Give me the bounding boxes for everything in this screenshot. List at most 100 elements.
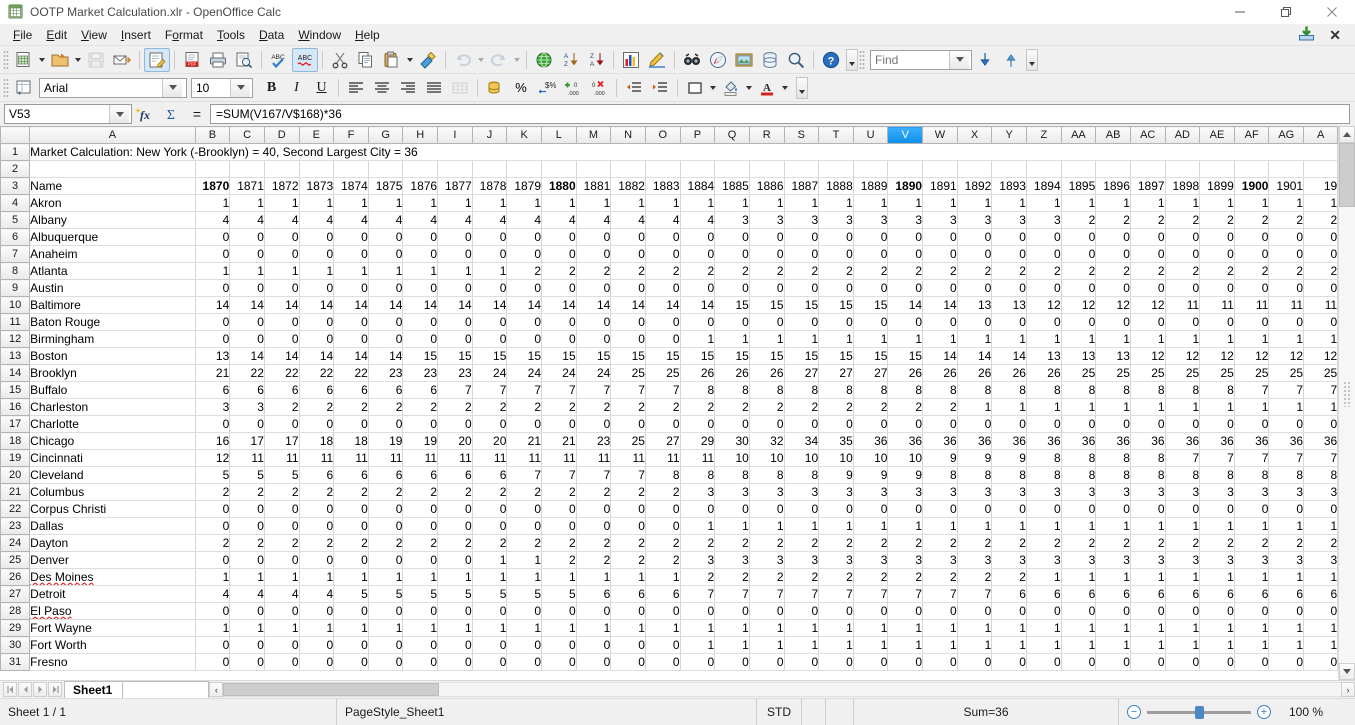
- cell-value[interactable]: 0: [403, 654, 438, 671]
- cell-value[interactable]: 0: [1269, 654, 1304, 671]
- column-header-n-13[interactable]: N: [611, 127, 646, 144]
- zoom-icon[interactable]: [783, 48, 809, 72]
- cell-value[interactable]: 14: [438, 297, 473, 314]
- cell-value[interactable]: 2: [230, 484, 265, 501]
- cell-value[interactable]: 0: [368, 314, 403, 331]
- cell-city-name[interactable]: Detroit: [30, 586, 195, 603]
- cell-value[interactable]: 3: [888, 552, 923, 569]
- cell-value[interactable]: 1: [1200, 195, 1235, 212]
- cell-value[interactable]: 0: [542, 229, 577, 246]
- horizontal-scroll-thumb[interactable]: [223, 683, 439, 696]
- cell-value[interactable]: 0: [1061, 603, 1096, 620]
- background-color-icon[interactable]: [718, 76, 744, 100]
- cell-value[interactable]: 0: [1130, 314, 1165, 331]
- cell-value[interactable]: 0: [576, 314, 611, 331]
- cell-value[interactable]: 1: [819, 620, 854, 637]
- cell-value[interactable]: 2: [819, 569, 854, 586]
- cell-value[interactable]: 1: [368, 569, 403, 586]
- cell-city-name[interactable]: Chicago: [30, 433, 195, 450]
- font-color-dropdown[interactable]: [780, 76, 790, 100]
- cell-value[interactable]: 3: [1026, 212, 1061, 229]
- cell-value[interactable]: 12: [1130, 348, 1165, 365]
- cell-value[interactable]: 0: [853, 603, 888, 620]
- cell-value[interactable]: 7: [1234, 450, 1269, 467]
- cell-value[interactable]: 6: [230, 382, 265, 399]
- cell-value[interactable]: 1: [299, 569, 334, 586]
- cell-value[interactable]: 11: [264, 450, 299, 467]
- cell-value[interactable]: 2: [645, 535, 680, 552]
- cell-value[interactable]: 11: [1200, 297, 1235, 314]
- cell-year-header[interactable]: 1890: [888, 178, 923, 195]
- open-document-icon[interactable]: [47, 48, 73, 72]
- cell-value[interactable]: 1: [888, 195, 923, 212]
- cell-value[interactable]: 3: [749, 552, 784, 569]
- cell-city-name[interactable]: Atlanta: [30, 263, 195, 280]
- cell-value[interactable]: 0: [1269, 416, 1304, 433]
- cell-value[interactable]: 0: [611, 603, 646, 620]
- cell-value[interactable]: 2: [1304, 535, 1338, 552]
- cell-value[interactable]: 6: [1096, 586, 1131, 603]
- cell-value[interactable]: 1: [1304, 620, 1338, 637]
- cell-value[interactable]: 0: [715, 501, 750, 518]
- cell-value[interactable]: 0: [403, 552, 438, 569]
- cell-value[interactable]: 0: [438, 416, 473, 433]
- cell-value[interactable]: 8: [715, 467, 750, 484]
- cell-value[interactable]: 3: [853, 212, 888, 229]
- cell-value[interactable]: 0: [438, 552, 473, 569]
- cell-value[interactable]: 7: [784, 586, 819, 603]
- cell-value[interactable]: 0: [299, 280, 334, 297]
- cell-value[interactable]: 11: [438, 450, 473, 467]
- cell-value[interactable]: 0: [1234, 501, 1269, 518]
- cell-value[interactable]: 1: [1165, 518, 1200, 535]
- row-header-17[interactable]: 17: [1, 416, 30, 433]
- cell-value[interactable]: 21: [195, 365, 230, 382]
- cell-value[interactable]: 2: [1200, 263, 1235, 280]
- align-center-icon[interactable]: [369, 76, 395, 100]
- cell-value[interactable]: 0: [403, 314, 438, 331]
- cell-value[interactable]: 26: [715, 365, 750, 382]
- cell-value[interactable]: 0: [784, 654, 819, 671]
- cell-value[interactable]: 0: [576, 280, 611, 297]
- cell-value[interactable]: 8: [1026, 450, 1061, 467]
- cell-value[interactable]: 1: [611, 620, 646, 637]
- cell-value[interactable]: 1: [264, 263, 299, 280]
- cell-value[interactable]: 0: [645, 280, 680, 297]
- cell-value[interactable]: 3: [888, 484, 923, 501]
- redo-dropdown[interactable]: [512, 48, 522, 72]
- cell-value[interactable]: 0: [1304, 654, 1338, 671]
- cell-value[interactable]: 0: [472, 518, 507, 535]
- cell-value[interactable]: 27: [645, 433, 680, 450]
- close-document-button[interactable]: ✕: [1325, 28, 1345, 42]
- cell-value[interactable]: 0: [1200, 314, 1235, 331]
- row-header-14[interactable]: 14: [1, 365, 30, 382]
- cell-value[interactable]: 0: [888, 246, 923, 263]
- cell-value[interactable]: 0: [749, 229, 784, 246]
- cell-value[interactable]: 0: [1269, 603, 1304, 620]
- cell-city-name[interactable]: El Paso: [30, 603, 195, 620]
- undo-dropdown[interactable]: [476, 48, 486, 72]
- cell-value[interactable]: 2: [1061, 535, 1096, 552]
- cell-value[interactable]: 1: [1026, 637, 1061, 654]
- column-header-h-7[interactable]: H: [403, 127, 438, 144]
- cell-value[interactable]: 1: [1130, 331, 1165, 348]
- cell-city-name[interactable]: Charlotte: [30, 416, 195, 433]
- cell-value[interactable]: 0: [784, 501, 819, 518]
- cell-value[interactable]: 25: [645, 365, 680, 382]
- cell-value[interactable]: 0: [1096, 246, 1131, 263]
- cell-value[interactable]: 1: [715, 637, 750, 654]
- cell-value[interactable]: 0: [230, 280, 265, 297]
- cell-value[interactable]: 14: [264, 348, 299, 365]
- cell-value[interactable]: 0: [1200, 246, 1235, 263]
- cell-value[interactable]: 0: [1165, 416, 1200, 433]
- cell-value[interactable]: 0: [195, 637, 230, 654]
- cell-value[interactable]: 0: [1026, 314, 1061, 331]
- cell-empty[interactable]: [1200, 161, 1235, 178]
- cell-value[interactable]: 14: [230, 297, 265, 314]
- cell-value[interactable]: 0: [368, 246, 403, 263]
- cell-value[interactable]: 1: [1234, 637, 1269, 654]
- cell-value[interactable]: 1: [992, 637, 1027, 654]
- cell-value[interactable]: 2: [611, 263, 646, 280]
- cell-year-header[interactable]: 1874: [334, 178, 369, 195]
- cell-value[interactable]: 2: [403, 484, 438, 501]
- row-header-29[interactable]: 29: [1, 620, 30, 637]
